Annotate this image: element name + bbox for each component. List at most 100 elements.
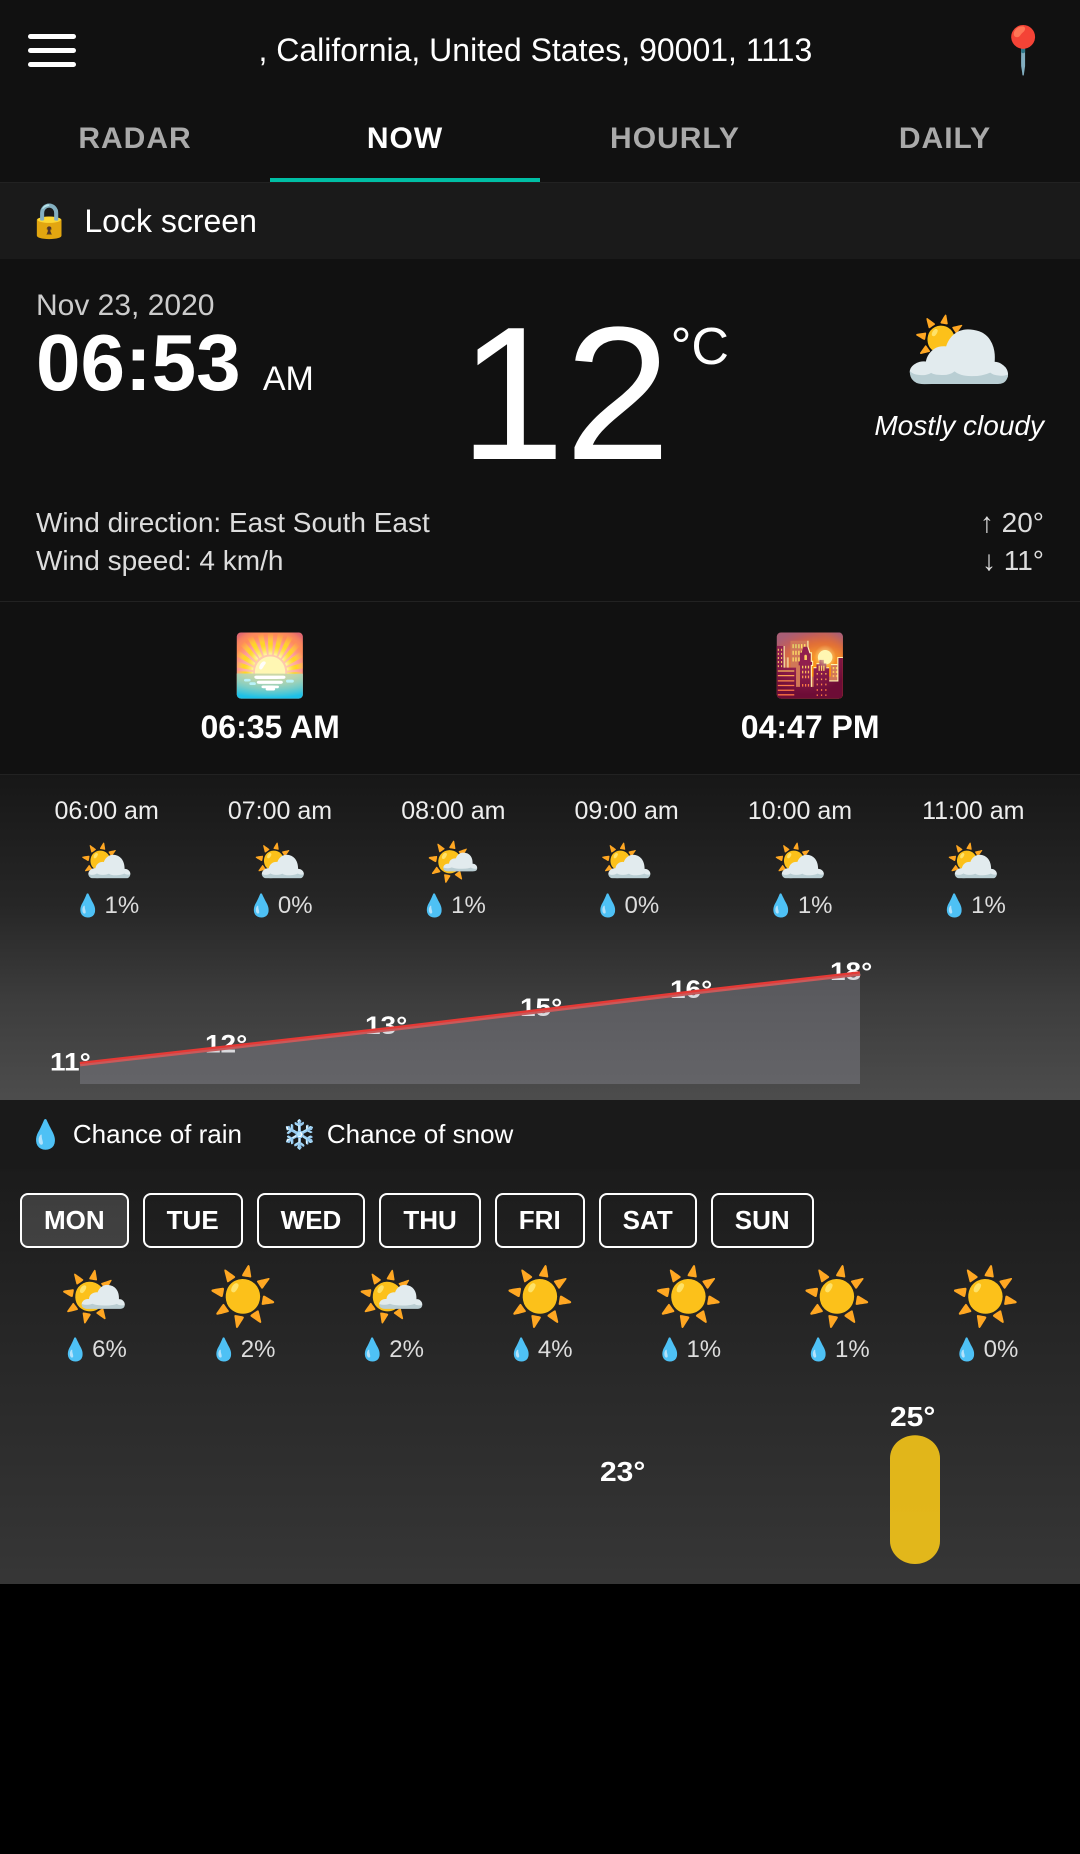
- daily-icon-5: ☀️: [802, 1264, 872, 1330]
- hourly-col-5: ⛅ 💧1%: [887, 836, 1060, 920]
- hourly-col-1: ⛅ 💧0%: [193, 836, 366, 920]
- sunset-icon: 🌇: [773, 630, 848, 701]
- lock-screen-label: Lock screen: [84, 203, 257, 240]
- day-tabs-row: MON TUE WED THU FRI SAT SUN: [0, 1169, 1080, 1248]
- sun-times-block: 🌅 06:35 AM 🌇 04:47 PM: [0, 602, 1080, 775]
- rain-legend-icon: 💧: [28, 1118, 63, 1151]
- daily-icon-0: 🌤️: [59, 1264, 129, 1330]
- daily-icons-row: 🌤️ 💧6% ☀️ 💧2% 🌤️ 💧2% ☀️ 💧: [0, 1248, 1080, 1364]
- temp-high: ↑ 20°: [980, 507, 1044, 539]
- daily-col-3: ☀️ 💧4%: [466, 1264, 615, 1364]
- weather-icon: 🌥️: [903, 299, 1015, 404]
- sunset-item: 🌇 04:47 PM: [741, 630, 880, 746]
- legend-bar: 💧 Chance of rain ❄️ Chance of snow: [0, 1100, 1080, 1169]
- tab-hourly[interactable]: HOURLY: [540, 100, 810, 182]
- hourly-precip-5: 💧1%: [941, 892, 1006, 920]
- daily-col-4: ☀️ 💧1%: [614, 1264, 763, 1364]
- sunset-time: 04:47 PM: [741, 709, 880, 746]
- temp-low: ↓ 11°: [982, 545, 1044, 577]
- hourly-precip-2: 💧1%: [421, 892, 486, 920]
- svg-text:25°: 25°: [890, 1402, 935, 1433]
- daily-precip-3: 💧4%: [507, 1336, 572, 1364]
- daily-icon-4: ☀️: [654, 1264, 724, 1330]
- menu-button[interactable]: [28, 34, 76, 67]
- day-tab-fri[interactable]: FRI: [495, 1193, 585, 1248]
- day-tab-mon[interactable]: MON: [20, 1193, 129, 1248]
- hourly-precip-4: 💧1%: [767, 892, 832, 920]
- daily-col-0: 🌤️ 💧6%: [20, 1264, 169, 1364]
- hourly-precip-3: 💧0%: [594, 892, 659, 920]
- temp-graph-svg: 11° 12° 13° 15° 16° 18°: [20, 930, 1060, 1084]
- day-tab-sun[interactable]: SUN: [711, 1193, 814, 1248]
- day-tab-wed[interactable]: WED: [257, 1193, 366, 1248]
- hourly-time-5: 11:00 am: [887, 797, 1060, 826]
- hourly-icon-4: ⛅: [773, 836, 828, 888]
- location-text: , California, United States, 90001, 1113: [76, 32, 995, 69]
- nav-tabs: RADAR NOW HOURLY DAILY: [0, 100, 1080, 183]
- daily-precip-0: 💧6%: [62, 1336, 127, 1364]
- hourly-icon-0: ⛅: [79, 836, 134, 888]
- temperature-value: 12: [459, 299, 670, 489]
- daily-section: MON TUE WED THU FRI SAT SUN 🌤️ 💧6% ☀️ 💧2…: [0, 1169, 1080, 1584]
- hourly-col-3: ⛅ 💧0%: [540, 836, 713, 920]
- time-text: 06:53 AM: [36, 323, 314, 403]
- daily-precip-5: 💧1%: [805, 1336, 870, 1364]
- snow-legend-label: Chance of snow: [327, 1119, 513, 1150]
- daily-temp-graph: 23° 25°: [0, 1364, 1080, 1584]
- daily-col-2: 🌤️ 💧2%: [317, 1264, 466, 1364]
- hourly-time-2: 08:00 am: [367, 797, 540, 826]
- tab-daily[interactable]: DAILY: [810, 100, 1080, 182]
- tab-now[interactable]: NOW: [270, 100, 540, 182]
- hourly-precip-1: 💧0%: [247, 892, 312, 920]
- day-tab-sat[interactable]: SAT: [599, 1193, 697, 1248]
- tab-radar[interactable]: RADAR: [0, 100, 270, 182]
- sunrise-icon: 🌅: [233, 630, 308, 701]
- lock-icon: 🔒: [28, 201, 70, 241]
- rain-legend: 💧 Chance of rain: [28, 1118, 242, 1151]
- hourly-icon-2: 🌤️: [426, 836, 481, 888]
- snow-legend-icon: ❄️: [282, 1118, 317, 1151]
- hourly-section: 06:00 am 07:00 am 08:00 am 09:00 am 10:0…: [0, 775, 1080, 1100]
- snow-legend: ❄️ Chance of snow: [282, 1118, 513, 1151]
- hourly-col-2: 🌤️ 💧1%: [367, 836, 540, 920]
- hourly-precip-0: 💧1%: [74, 892, 139, 920]
- hourly-time-0: 06:00 am: [20, 797, 193, 826]
- app-header: , California, United States, 90001, 1113…: [0, 0, 1080, 100]
- daily-precip-6: 💧0%: [953, 1336, 1018, 1364]
- rain-legend-label: Chance of rain: [73, 1119, 242, 1150]
- day-tab-thu[interactable]: THU: [379, 1193, 480, 1248]
- svg-text:23°: 23°: [600, 1457, 645, 1488]
- daily-icon-3: ☀️: [505, 1264, 575, 1330]
- weather-condition-block: 🌥️ Mostly cloudy: [874, 299, 1044, 442]
- daily-icon-1: ☀️: [208, 1264, 278, 1330]
- lock-screen-bar: 🔒 Lock screen: [0, 183, 1080, 259]
- sunrise-time: 06:35 AM: [200, 709, 339, 746]
- hourly-icon-1: ⛅: [253, 836, 308, 888]
- hourly-temp-graph: 11° 12° 13° 15° 16° 18°: [0, 920, 1080, 1100]
- weather-description: Mostly cloudy: [874, 410, 1044, 442]
- daily-icon-2: 🌤️: [357, 1264, 427, 1330]
- hourly-col-4: ⛅ 💧1%: [713, 836, 886, 920]
- daily-precip-2: 💧2%: [359, 1336, 424, 1364]
- wind-speed: Wind speed: 4 km/h: [36, 545, 430, 577]
- location-pin-icon[interactable]: 📍: [995, 23, 1052, 78]
- daily-col-1: ☀️ 💧2%: [169, 1264, 318, 1364]
- hourly-icon-5: ⛅: [946, 836, 1001, 888]
- daily-precip-4: 💧1%: [656, 1336, 721, 1364]
- sunrise-item: 🌅 06:35 AM: [200, 630, 339, 746]
- hourly-icons-row: ⛅ 💧1% ⛅ 💧0% 🌤️ 💧1% ⛅ 💧0%: [0, 826, 1080, 920]
- hourly-time-4: 10:00 am: [713, 797, 886, 826]
- daily-col-5: ☀️ 💧1%: [763, 1264, 912, 1364]
- day-tab-tue[interactable]: TUE: [143, 1193, 243, 1248]
- daily-icon-6: ☀️: [951, 1264, 1021, 1330]
- daily-col-6: ☀️ 💧0%: [911, 1264, 1060, 1364]
- temperature-unit: °C: [671, 317, 729, 377]
- daily-graph-svg: 23° 25°: [20, 1380, 1060, 1564]
- hourly-icon-3: ⛅: [599, 836, 654, 888]
- temperature-block: 12 °C: [459, 299, 729, 489]
- current-weather-card: Nov 23, 2020 06:53 AM 12 °C 🌥️ Mostly cl…: [0, 259, 1080, 602]
- hourly-time-3: 09:00 am: [540, 797, 713, 826]
- wind-direction: Wind direction: East South East: [36, 507, 430, 539]
- wind-info: Wind direction: East South East Wind spe…: [36, 507, 1044, 577]
- hourly-times-row: 06:00 am 07:00 am 08:00 am 09:00 am 10:0…: [0, 775, 1080, 826]
